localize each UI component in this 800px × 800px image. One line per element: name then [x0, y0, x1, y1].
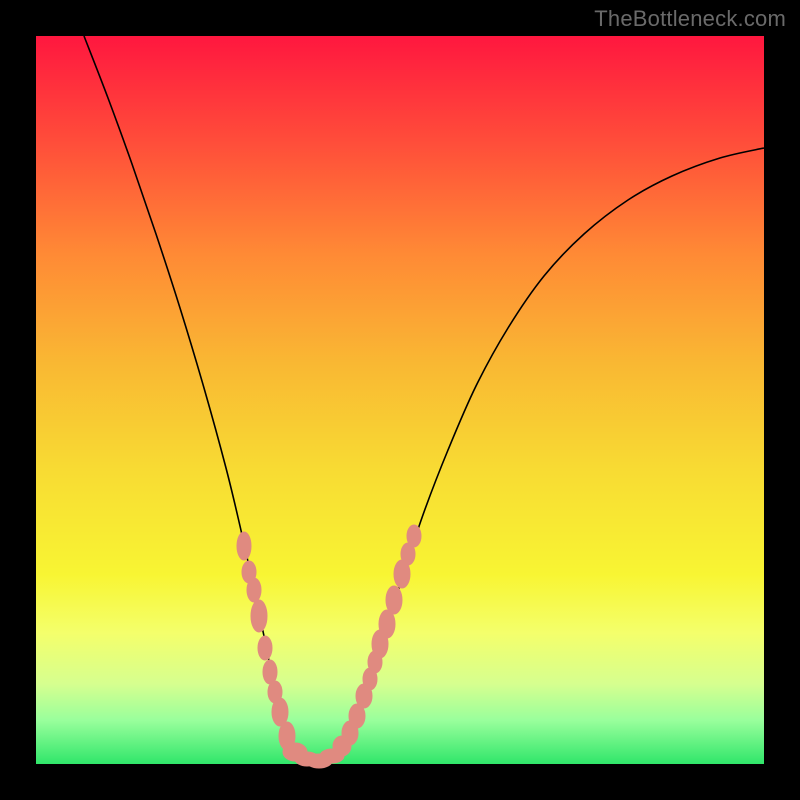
chart-area	[36, 36, 764, 764]
data-marker	[407, 525, 421, 547]
data-marker	[247, 578, 261, 602]
bottleneck-plot	[36, 36, 764, 764]
data-marker	[386, 586, 402, 614]
bottleneck-curve	[84, 36, 764, 764]
data-markers	[237, 525, 421, 768]
data-marker	[251, 600, 267, 632]
watermark-text: TheBottleneck.com	[594, 6, 786, 32]
data-marker	[263, 660, 277, 684]
data-marker	[258, 636, 272, 660]
data-marker	[237, 532, 251, 560]
